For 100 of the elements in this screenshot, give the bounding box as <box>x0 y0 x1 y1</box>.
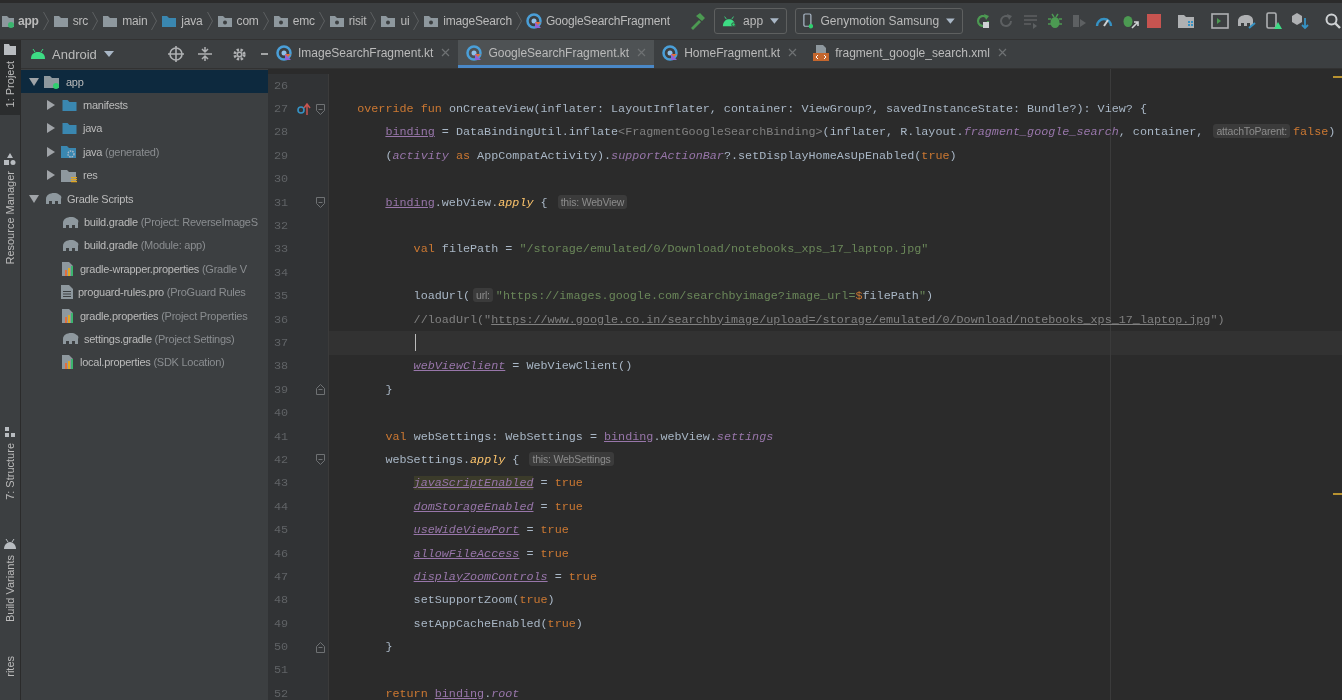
folder-grid-icon[interactable] <box>1176 13 1195 29</box>
warning-marker[interactable] <box>1333 76 1342 78</box>
close-icon[interactable] <box>788 48 798 57</box>
run-configuration-dropdown[interactable]: app <box>713 8 787 34</box>
bug-icon[interactable] <box>1046 13 1063 29</box>
code-line: webViewClient = WebViewClient() <box>413 359 633 374</box>
expand-arrow-icon[interactable] <box>46 100 56 111</box>
module-folder-icon <box>2 14 14 28</box>
breadcrumb-item[interactable]: main <box>102 14 148 28</box>
device-dropdown[interactable]: Genymotion Samsung <box>794 8 963 34</box>
fold-icon[interactable] <box>315 384 325 396</box>
folder-icon <box>52 14 69 28</box>
breadcrumb-item[interactable]: risit <box>328 14 367 28</box>
package-folder-icon <box>216 14 233 28</box>
editor-tab[interactable]: GoogleSearchFragment.kt <box>458 40 655 68</box>
editor-tab[interactable]: ImageSearchFragment.kt <box>268 40 459 68</box>
code-line: val filePath = "/storage/emulated/0/Download/notebooks_xps_17_laptop.jpg" <box>413 242 929 257</box>
sync-elephant-icon[interactable] <box>1236 13 1257 29</box>
tree-item[interactable]: gradle.properties (Project Properties <box>21 303 268 328</box>
chevron-icon <box>515 11 522 31</box>
tree-item[interactable]: settings.gradle (Project Settings) <box>21 327 268 351</box>
code-line: allowFileAccess = true <box>413 546 569 561</box>
breadcrumb-item[interactable]: com <box>216 14 259 28</box>
tree-item[interactable]: build.gradle (Project: ReverseImageS <box>21 210 268 234</box>
fold-icon[interactable] <box>315 197 325 209</box>
rerun-icon[interactable] <box>974 13 991 29</box>
tool-window-tab[interactable]: 1: Project <box>0 40 20 116</box>
tree-item[interactable]: app <box>21 70 268 94</box>
fold-icon[interactable] <box>315 454 325 466</box>
code-line: (activity as AppCompatActivity).supportActionBar?.setDisplayHomeAsUpEnabled(true) <box>385 148 957 163</box>
view-selector[interactable]: Android <box>31 46 114 62</box>
code-line: } <box>385 640 393 655</box>
tool-window-tab[interactable]: 7: Structure <box>0 423 20 508</box>
search-icon[interactable] <box>1324 13 1341 29</box>
kotlin-file-icon <box>662 44 679 61</box>
caret-icon <box>946 18 955 24</box>
breadcrumb-item[interactable]: src <box>52 14 89 28</box>
target-icon[interactable] <box>167 46 184 62</box>
package-folder-icon <box>272 14 289 28</box>
phone-icon <box>802 12 814 30</box>
shapes-icon <box>4 153 16 166</box>
folder-icon <box>61 98 78 113</box>
tool-window-tab[interactable]: rites <box>0 651 20 685</box>
code-line: displayZoomControls = true <box>413 569 597 584</box>
expand-arrow-icon[interactable] <box>46 170 56 181</box>
code-line: javaScriptEnabled = true <box>413 476 583 491</box>
expand-arrow-icon[interactable] <box>46 146 56 157</box>
close-icon[interactable] <box>441 48 451 57</box>
tree-item[interactable]: manifests <box>21 93 268 117</box>
code-line: setAppCacheEnabled(true) <box>413 616 583 631</box>
tree-item[interactable]: build.gradle (Module: app) <box>21 233 268 258</box>
chevron-icon <box>413 11 420 31</box>
warning-marker[interactable] <box>1333 493 1342 495</box>
terminal-icon[interactable] <box>1210 13 1229 29</box>
tree-item[interactable]: res <box>21 163 268 187</box>
collapse-arrow-icon[interactable] <box>29 76 39 87</box>
breadcrumb-item[interactable]: app <box>2 14 39 28</box>
folder-icon <box>61 121 78 136</box>
fold-icon[interactable] <box>315 103 325 115</box>
collapse-all-icon[interactable] <box>197 46 212 62</box>
tool-window-tab[interactable]: Build Variants <box>0 533 20 630</box>
collapse-arrow-icon[interactable] <box>29 193 39 204</box>
android-icon <box>721 15 737 27</box>
settings-icon[interactable] <box>231 46 247 62</box>
folder-icon <box>161 14 178 28</box>
device-manager-icon[interactable] <box>1264 12 1283 30</box>
breadcrumb-item[interactable]: java <box>161 14 203 28</box>
fold-icon[interactable] <box>315 641 325 653</box>
text-cursor <box>414 334 417 352</box>
download-box-icon[interactable] <box>1290 12 1309 30</box>
code-line: } <box>385 382 393 397</box>
elephant-icon <box>61 215 79 229</box>
tree-item[interactable]: local.properties (SDK Location) <box>21 350 268 375</box>
tool-window-tab[interactable]: Resource Manager <box>0 149 20 274</box>
stop-icon[interactable] <box>1146 14 1161 28</box>
kotlin-file-icon <box>276 44 292 61</box>
folder-icon <box>4 44 16 55</box>
editor-tab[interactable]: fragment_google_search.xml <box>805 40 1015 68</box>
package-folder-icon <box>380 14 397 28</box>
tree-item[interactable]: gradle-wrapper.properties (Gradle V <box>21 257 268 281</box>
close-icon[interactable] <box>997 48 1007 57</box>
chevron-icon <box>206 11 213 31</box>
bug-arrow-icon[interactable] <box>1120 13 1139 29</box>
override-icon[interactable] <box>297 103 311 116</box>
tree-item[interactable]: java <box>21 116 268 141</box>
breadcrumb-item[interactable]: emc <box>272 14 315 28</box>
expand-arrow-icon[interactable] <box>46 123 56 134</box>
tree-item[interactable]: java (generated) <box>21 140 268 164</box>
breadcrumb-item[interactable]: GoogleSearchFragment <box>525 13 670 29</box>
caret-icon <box>103 51 114 57</box>
breadcrumb-item[interactable]: imageSearch <box>423 14 512 28</box>
tree-item[interactable]: Gradle Scripts <box>21 186 268 211</box>
chevron-icon <box>92 11 99 31</box>
breadcrumb-item[interactable]: ui <box>380 14 410 28</box>
tree-item[interactable]: proguard-rules.pro (ProGuard Rules <box>21 280 268 304</box>
code-line: //loadUrl("https://www.google.co.in/searchbyimage/upload=/storage/emulated/0/Download/notebooks_xps_17_laptop.jpg") <box>413 312 1225 327</box>
code-line: val webSettings: WebSettings = binding.webView.settings <box>385 429 774 444</box>
xml-file-icon <box>813 44 830 61</box>
properties-file-icon <box>61 307 75 324</box>
editor-tab[interactable]: HomeFragment.kt <box>654 40 806 68</box>
